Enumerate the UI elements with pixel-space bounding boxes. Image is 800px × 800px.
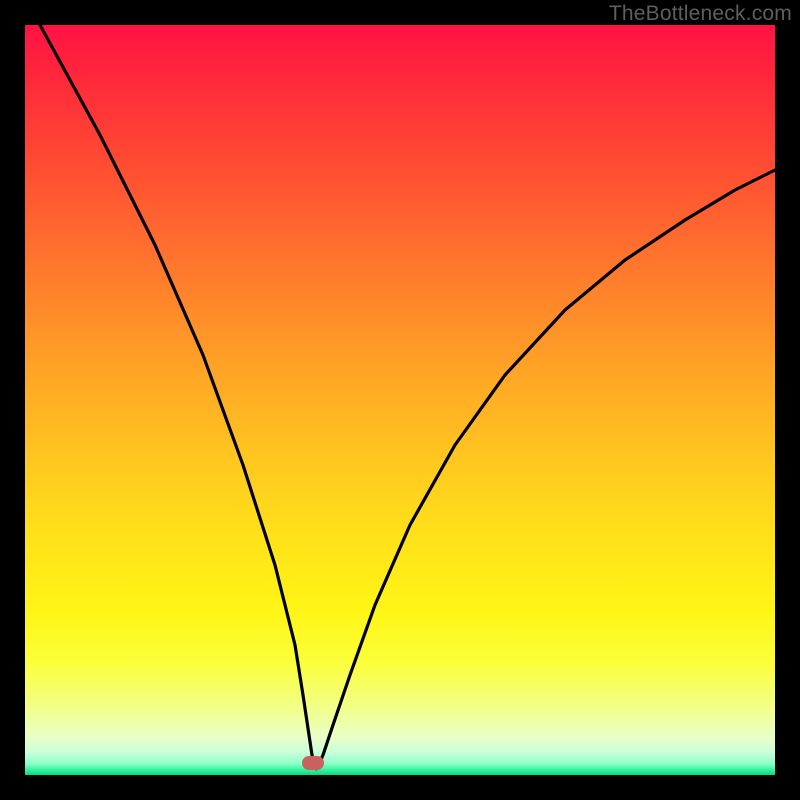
bottleneck-curve xyxy=(25,25,775,775)
optimum-marker xyxy=(302,756,324,770)
plot-area xyxy=(25,25,775,775)
watermark-text: TheBottleneck.com xyxy=(609,2,792,26)
curve-path xyxy=(40,25,775,769)
chart-frame: TheBottleneck.com xyxy=(0,0,800,800)
